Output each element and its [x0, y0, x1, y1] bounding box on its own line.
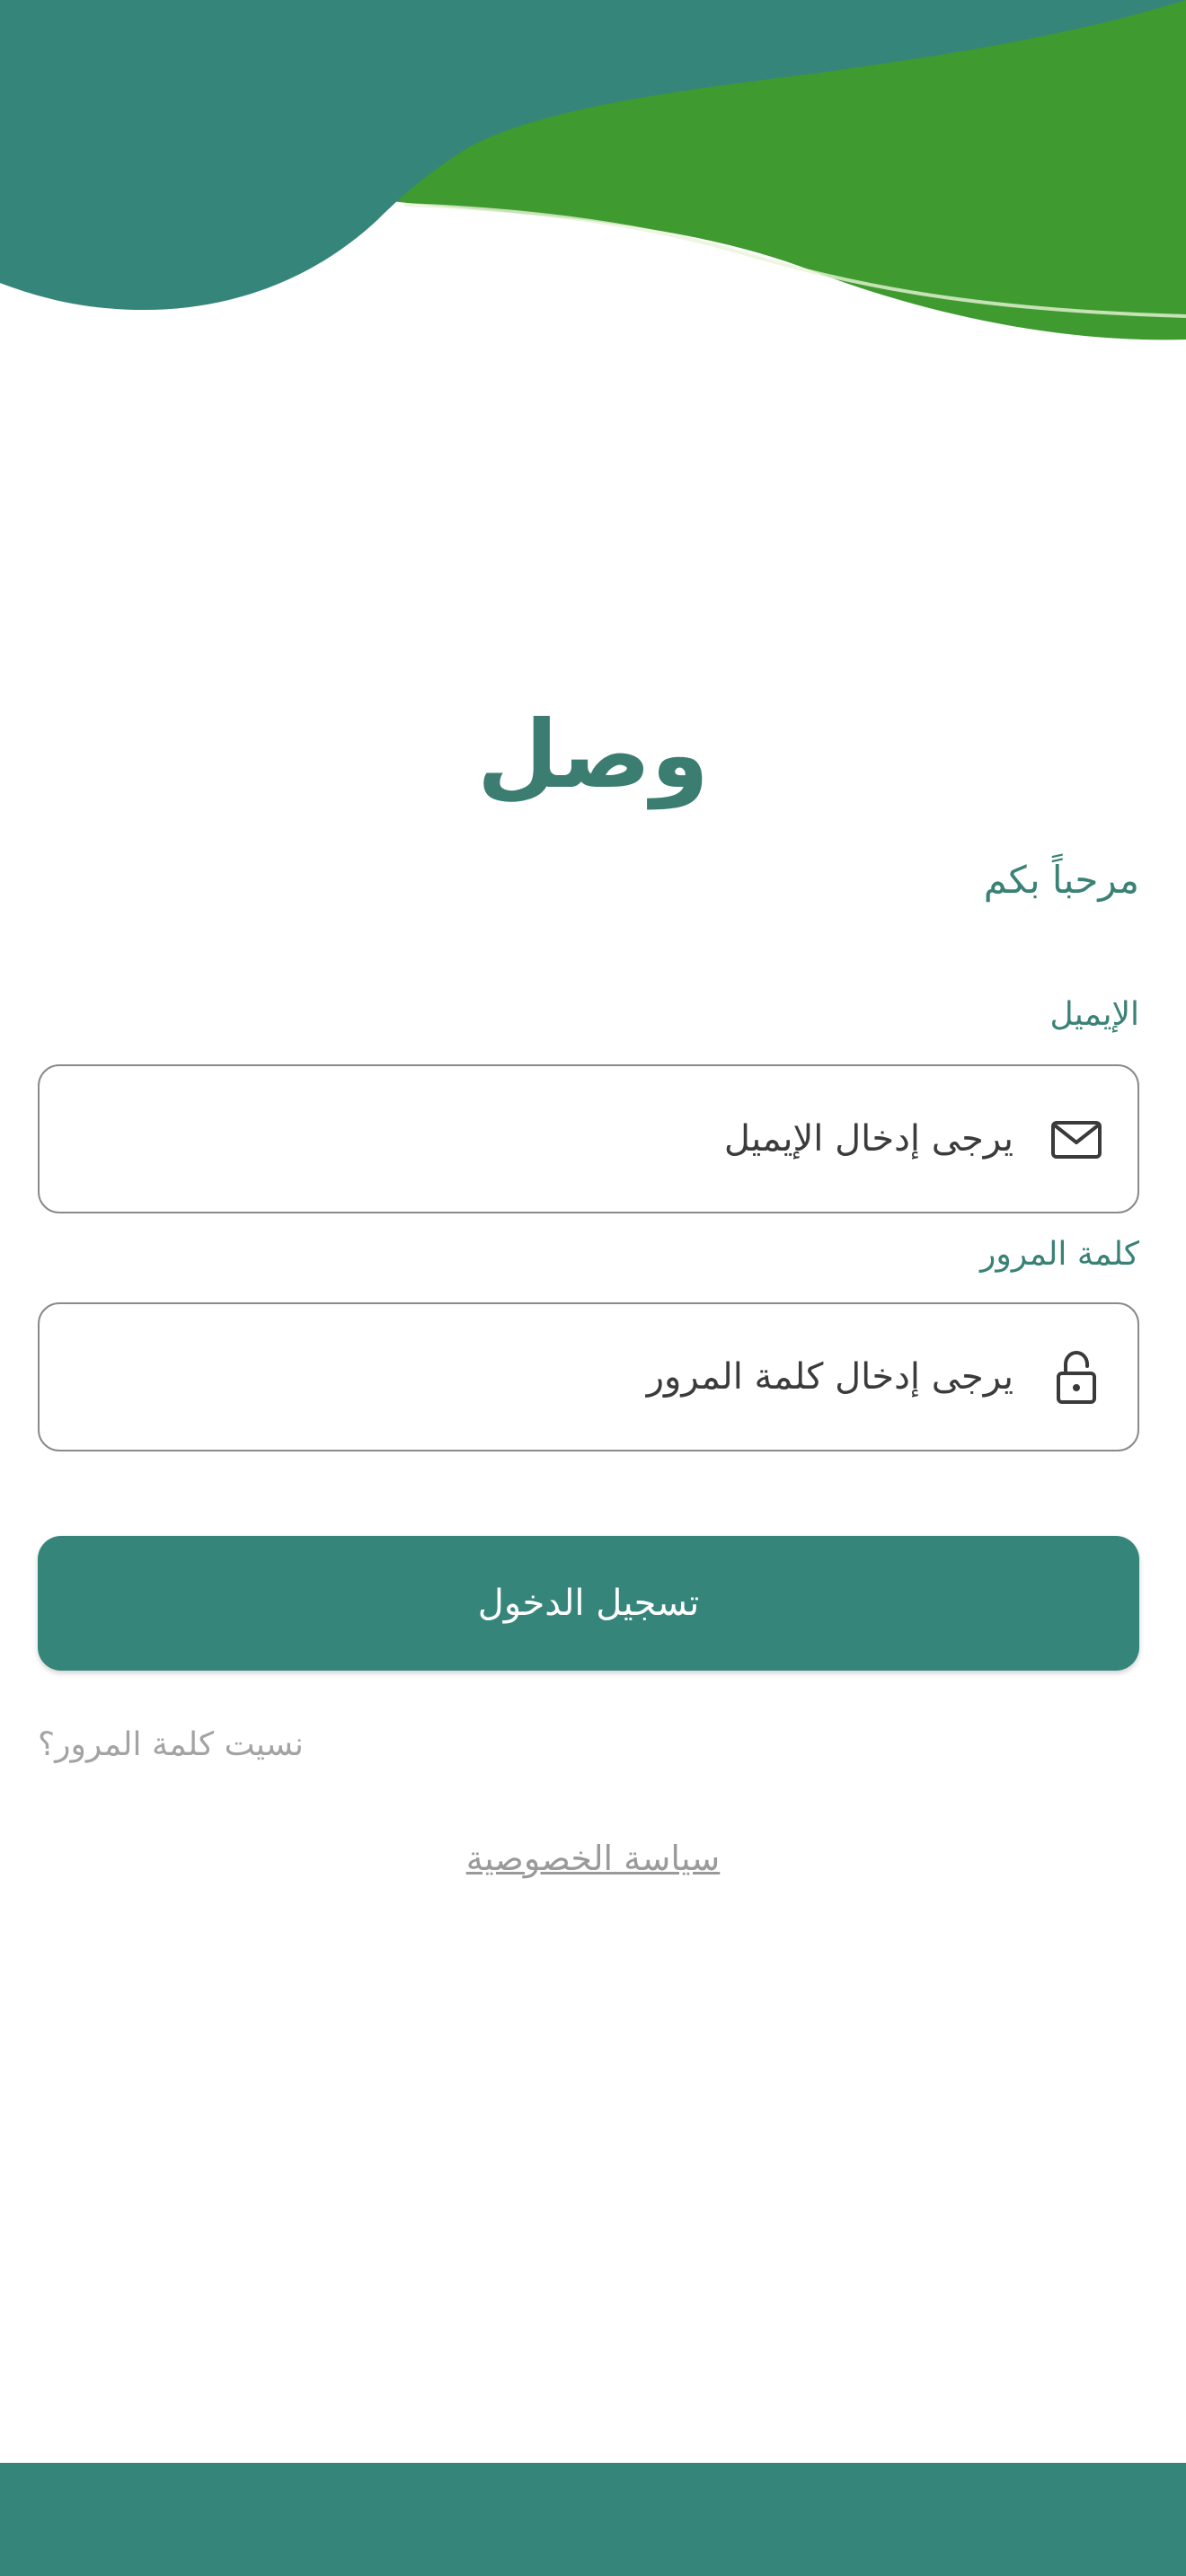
footer-bar — [0, 2463, 1186, 2576]
password-input-box[interactable] — [38, 1302, 1139, 1451]
mail-icon — [1051, 1121, 1102, 1159]
email-label: الإيميل — [1049, 996, 1140, 1033]
forgot-password-link[interactable]: نسيت كلمة المرور؟ — [38, 1723, 304, 1768]
email-input-box[interactable] — [38, 1064, 1139, 1213]
header-wave-decoration — [0, 0, 1186, 340]
email-field[interactable] — [75, 1066, 1013, 1212]
welcome-text: مرحباً بكم — [983, 858, 1139, 902]
login-button[interactable]: تسجيل الدخول — [38, 1536, 1139, 1671]
privacy-policy-link[interactable]: سياسة الخصوصية — [466, 1839, 721, 1878]
app-title: وصل — [477, 700, 709, 809]
lock-icon — [1057, 1350, 1096, 1404]
password-field[interactable] — [75, 1304, 1013, 1450]
privacy-policy-row: سياسة الخصوصية — [0, 1834, 1186, 1883]
password-label: كلمة المرور — [979, 1236, 1139, 1273]
